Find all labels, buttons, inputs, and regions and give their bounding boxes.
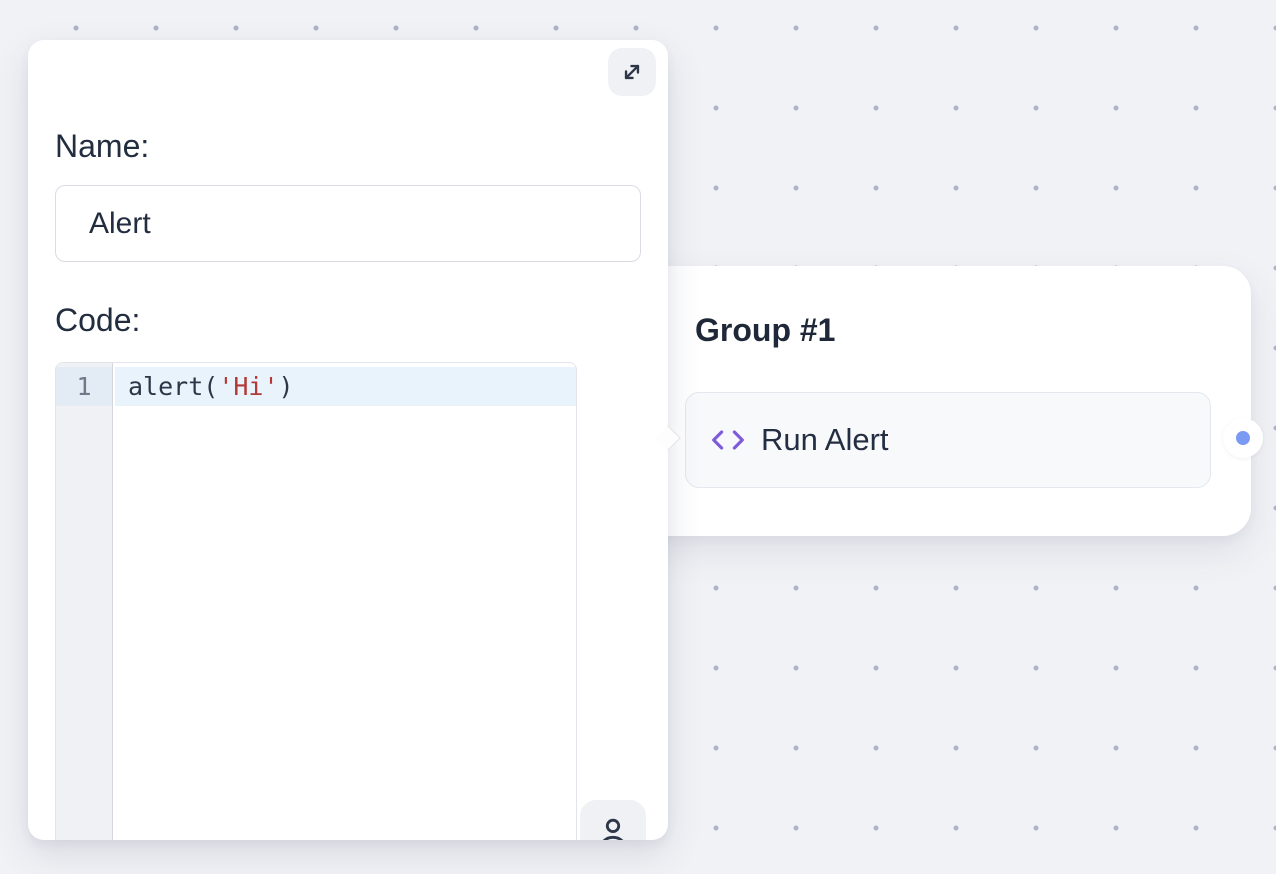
output-handle[interactable] (1223, 418, 1263, 458)
node-label: Run Alert (761, 422, 889, 458)
editor-gutter: 1 (56, 363, 113, 840)
group-title: Group #1 (695, 312, 835, 349)
active-line-gutter: 1 (56, 367, 112, 406)
code-token-string: 'Hi' (218, 372, 278, 401)
code-token: alert( (128, 372, 218, 401)
expand-diagonal-icon (619, 59, 645, 85)
code-token: ) (279, 372, 294, 401)
code-line[interactable]: alert('Hi') (128, 367, 294, 406)
flow-canvas[interactable]: Name: Code: 1 alert('Hi') Group #1 (0, 0, 1276, 874)
expand-button[interactable] (608, 48, 656, 96)
node-run-alert[interactable]: Run Alert (685, 392, 1211, 488)
code-editor[interactable]: 1 alert('Hi') (55, 362, 577, 840)
code-icon (710, 427, 746, 453)
name-label: Name: (55, 126, 149, 168)
node-editor-panel: Name: Code: 1 alert('Hi') (28, 40, 668, 840)
output-handle-ring (1236, 431, 1250, 445)
person-icon (594, 814, 632, 840)
line-number: 1 (56, 367, 112, 406)
name-input[interactable] (55, 185, 641, 262)
group-node[interactable]: Group #1 Run Alert (620, 266, 1251, 536)
user-button[interactable] (580, 800, 646, 840)
code-label: Code: (55, 300, 140, 342)
